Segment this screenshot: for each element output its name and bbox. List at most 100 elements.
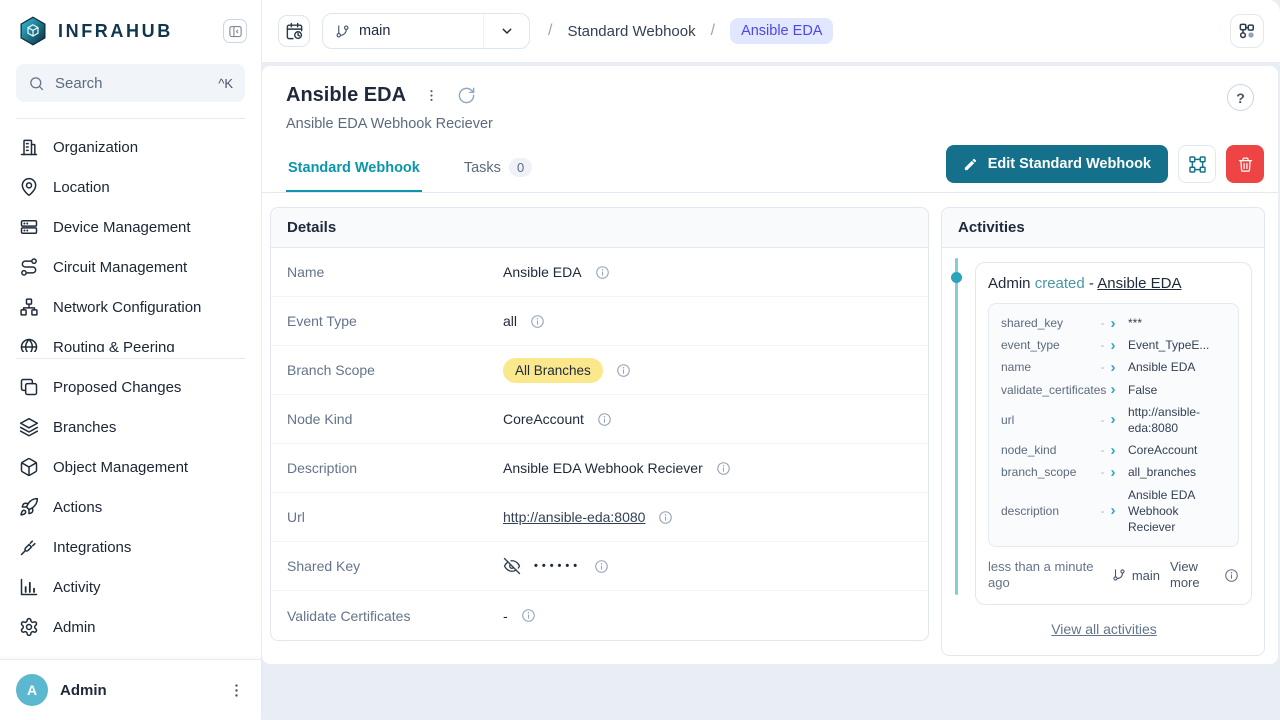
plug-icon bbox=[19, 537, 39, 557]
info-icon[interactable] bbox=[658, 510, 673, 525]
sidebar-group: Proposed Changes Branches Object Managem… bbox=[0, 367, 261, 647]
help-button[interactable]: ? bbox=[1227, 84, 1254, 111]
sidebar-item-circuit-management[interactable]: Circuit Management bbox=[0, 247, 261, 287]
search-input[interactable]: Search ^K bbox=[16, 64, 245, 102]
main-column: main / Standard Webhook / Ansible EDA An… bbox=[262, 0, 1280, 720]
edit-standard-webhook-button[interactable]: Edit Standard Webhook bbox=[946, 145, 1168, 183]
sidebar-item-label: Integrations bbox=[53, 539, 131, 556]
sidebar-item-label: Admin bbox=[53, 619, 96, 636]
cube-icon bbox=[19, 457, 39, 477]
proposed-changes-icon bbox=[19, 377, 39, 397]
layers-icon bbox=[19, 417, 39, 437]
breadcrumb-item-standard-webhook[interactable]: Standard Webhook bbox=[567, 23, 695, 40]
detail-label: Shared Key bbox=[287, 558, 503, 574]
sidebar-item-routing-peering[interactable]: Routing & Peering bbox=[0, 327, 261, 352]
page-kebab-icon[interactable] bbox=[424, 88, 439, 103]
breadcrumb-separator: / bbox=[711, 22, 715, 40]
search-icon bbox=[28, 75, 45, 92]
sidebar-item-device-management[interactable]: Device Management bbox=[0, 207, 261, 247]
branch-selector[interactable]: main bbox=[322, 13, 530, 49]
property-value: Ansible EDA bbox=[1128, 359, 1228, 375]
detail-text-value: CoreAccount bbox=[503, 411, 584, 427]
info-icon[interactable] bbox=[530, 314, 545, 329]
info-icon[interactable] bbox=[595, 265, 610, 280]
info-icon[interactable] bbox=[616, 363, 631, 378]
sidebar-item-organization[interactable]: Organization bbox=[0, 127, 261, 167]
details-card-title: Details bbox=[271, 208, 928, 248]
property-value: all_branches bbox=[1128, 464, 1228, 480]
diff-removed-symbol: - bbox=[1101, 413, 1105, 427]
pencil-icon bbox=[963, 157, 978, 172]
branch-selector-value[interactable]: main bbox=[323, 14, 483, 48]
detail-label: Branch Scope bbox=[287, 362, 503, 378]
detail-text-value: Ansible EDA bbox=[503, 264, 582, 280]
sidebar-item-branches[interactable]: Branches bbox=[0, 407, 261, 447]
diff-removed-symbol: - bbox=[1101, 338, 1105, 352]
view-more-link[interactable]: View more bbox=[1170, 559, 1214, 592]
view-all-activities-link[interactable]: View all activities bbox=[956, 621, 1252, 637]
masked-secret-value: •••••• bbox=[534, 560, 581, 572]
timeline-dot bbox=[951, 272, 962, 283]
diff-removed-symbol: - bbox=[1101, 465, 1105, 479]
detail-row: Name Ansible EDA bbox=[271, 248, 928, 297]
sidebar-item-proposed-changes[interactable]: Proposed Changes bbox=[0, 367, 261, 407]
activity-action: created bbox=[1035, 275, 1085, 292]
url-link[interactable]: http://ansible-eda:8080 bbox=[503, 509, 645, 525]
user-kebab-icon[interactable] bbox=[228, 682, 245, 699]
diff-added-symbol: › bbox=[1111, 412, 1116, 427]
eye-off-icon[interactable] bbox=[503, 557, 521, 575]
activity-timestamp: less than a minute ago bbox=[988, 559, 1102, 592]
sidebar-item-label: Branches bbox=[53, 419, 116, 436]
detail-label: Event Type bbox=[287, 313, 503, 329]
tab-tasks[interactable]: Tasks 0 bbox=[462, 142, 534, 193]
diff-removed-symbol: - bbox=[1101, 360, 1105, 374]
info-icon[interactable] bbox=[594, 559, 609, 574]
diff-added-symbol: › bbox=[1111, 465, 1116, 480]
branch-selector-toggle[interactable] bbox=[483, 14, 529, 48]
detail-text-value: Ansible EDA Webhook Reciever bbox=[503, 460, 703, 476]
info-icon[interactable] bbox=[716, 461, 731, 476]
info-icon[interactable] bbox=[521, 608, 536, 623]
property-diff-symbols: - › bbox=[1096, 465, 1120, 480]
page-title: Ansible EDA bbox=[286, 84, 406, 107]
schema-visualizer-button[interactable] bbox=[1230, 14, 1264, 48]
sidebar-item-admin[interactable]: Admin bbox=[0, 607, 261, 647]
diff-removed-symbol: - bbox=[1101, 443, 1105, 457]
detail-value: Ansible EDA Webhook Reciever bbox=[503, 460, 731, 476]
rocket-icon bbox=[19, 497, 39, 517]
activity-branch: main bbox=[1112, 568, 1160, 583]
main-panel: Ansible EDA Ansible EDA Webhook Reciever… bbox=[262, 66, 1278, 664]
sidebar-item-activity[interactable]: Activity bbox=[0, 567, 261, 607]
property-value: Ansible EDA Webhook Reciever bbox=[1128, 487, 1228, 536]
detail-value: Ansible EDA bbox=[503, 264, 610, 280]
activity-entry: Admin created - Ansible EDA shared_key -… bbox=[975, 262, 1252, 605]
breadcrumb-item-ansible-eda[interactable]: Ansible EDA bbox=[730, 18, 833, 44]
sidebar-item-network-configuration[interactable]: Network Configuration bbox=[0, 287, 261, 327]
search-shortcut: ^K bbox=[218, 76, 233, 91]
sidebar-collapse-button[interactable] bbox=[223, 19, 247, 43]
bar-chart-icon bbox=[19, 577, 39, 597]
info-icon[interactable] bbox=[597, 412, 612, 427]
sidebar-item-integrations[interactable]: Integrations bbox=[0, 527, 261, 567]
sidebar-item-label: Network Configuration bbox=[53, 299, 201, 316]
sidebar-item-object-management[interactable]: Object Management bbox=[0, 447, 261, 487]
sidebar-item-actions[interactable]: Actions bbox=[0, 487, 261, 527]
tab-standard-webhook[interactable]: Standard Webhook bbox=[286, 144, 422, 192]
info-icon[interactable] bbox=[1224, 568, 1239, 583]
delete-button[interactable] bbox=[1226, 145, 1264, 183]
time-travel-button[interactable] bbox=[278, 15, 310, 47]
property-diff-symbols: - › bbox=[1096, 382, 1120, 397]
sidebar: INFRAHUB Search ^K Organization Location… bbox=[0, 0, 262, 720]
globe-icon bbox=[19, 337, 39, 352]
sidebar-item-location[interactable]: Location bbox=[0, 167, 261, 207]
manage-groups-button[interactable] bbox=[1178, 145, 1216, 183]
tasks-count-badge: 0 bbox=[509, 158, 532, 177]
detail-label: Node Kind bbox=[287, 411, 503, 427]
activity-property-row: event_type - › Event_TypeE... bbox=[1001, 334, 1228, 356]
user-menu[interactable]: A Admin bbox=[0, 659, 261, 720]
detail-row: Shared Key •••••• bbox=[271, 542, 928, 591]
activity-object-link[interactable]: Ansible EDA bbox=[1097, 275, 1181, 292]
property-value: http://ansible-eda:8080 bbox=[1128, 404, 1228, 436]
page-header: Ansible EDA Ansible EDA Webhook Reciever… bbox=[262, 66, 1278, 132]
refresh-icon[interactable] bbox=[457, 86, 476, 105]
